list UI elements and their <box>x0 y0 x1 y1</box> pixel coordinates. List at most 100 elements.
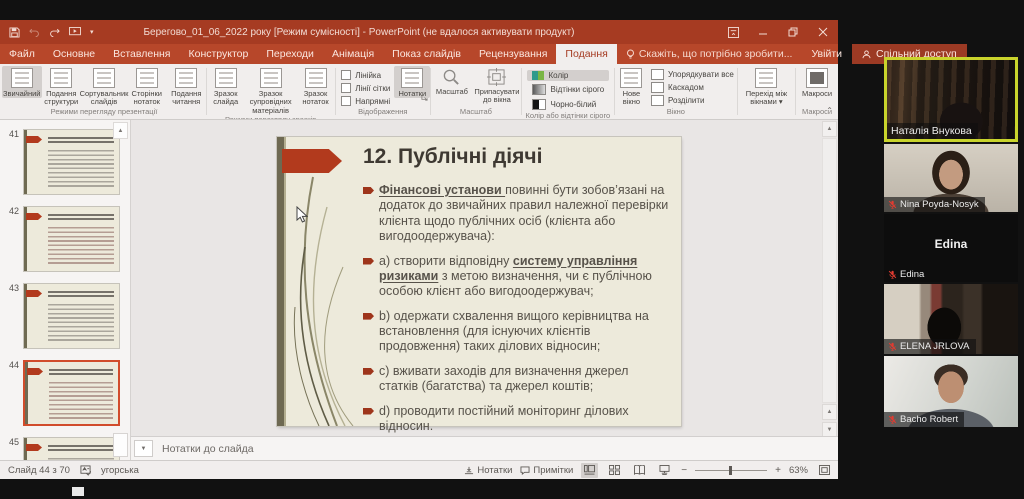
slide-thumbnail-41[interactable]: 41 <box>2 129 120 195</box>
tab-6[interactable]: Показ слайдів <box>383 44 470 64</box>
sign-in-button[interactable]: Увійти <box>801 44 852 64</box>
start-slideshow-icon[interactable] <box>69 27 81 37</box>
guides-checkbox[interactable]: Напрямні <box>341 96 390 106</box>
grayscale-mode-button[interactable]: Відтінки сірого <box>527 83 610 96</box>
gridlines-checkbox[interactable]: Лінії сітки <box>341 83 390 93</box>
slide-counter[interactable]: Слайд 44 з 70 <box>8 465 70 476</box>
slide-thumbnail-43[interactable]: 43 <box>2 283 120 349</box>
slide-bullet[interactable]: а) створити відповідну систему управлінн… <box>363 254 669 300</box>
show-dialog-launcher-icon[interactable] <box>421 88 428 106</box>
participant-tile-3[interactable]: EdinaEdina <box>884 214 1018 282</box>
zoom-in-icon[interactable]: + <box>775 465 781 476</box>
participant-tile-1[interactable]: Наталія Внукова <box>884 57 1018 142</box>
zoom-button[interactable]: Масштаб <box>431 66 473 96</box>
customize-qat-icon[interactable]: ▾ <box>90 28 94 36</box>
switch-windows-button[interactable]: Перехід між вікнами ▾ <box>737 66 795 107</box>
previous-slide-icon[interactable]: ▲ <box>822 404 837 420</box>
notes-placeholder[interactable]: Нотатки до слайда <box>162 443 254 455</box>
reading-view-statusbar-icon[interactable] <box>631 463 648 478</box>
zoom-percentage[interactable]: 63% <box>789 465 808 476</box>
zoom-out-icon[interactable]: − <box>681 465 687 476</box>
minimize-button[interactable] <box>748 20 778 44</box>
outline-view-icon <box>50 68 72 88</box>
language-indicator[interactable]: угорська <box>101 465 139 476</box>
comments-statusbar-button[interactable]: Примітки <box>520 465 573 476</box>
new-window-button[interactable]: Нове вікно <box>615 66 648 107</box>
outline-view-button[interactable]: Подання структури <box>42 66 82 107</box>
tab-3[interactable]: Конструктор <box>179 44 257 64</box>
slideshow-statusbar-icon[interactable] <box>656 463 673 478</box>
slide-body-text[interactable]: Фінансові установи повинні бути зобов’яз… <box>363 183 669 443</box>
thumbnail-number: 41 <box>2 129 19 195</box>
slide-sorter-statusbar-icon[interactable] <box>606 463 623 478</box>
spellcheck-icon[interactable] <box>80 465 91 476</box>
save-icon[interactable] <box>9 27 20 38</box>
restore-button[interactable] <box>778 20 808 44</box>
split-icon <box>651 95 664 106</box>
notes-statusbar-button[interactable]: Нотатки <box>464 465 512 476</box>
tab-8[interactable]: Подання <box>556 44 616 64</box>
participant-nameplate: ELENA JRLOVA <box>884 339 976 354</box>
color-mode-button[interactable]: Колір <box>527 70 610 81</box>
grayscale-icon <box>532 84 546 95</box>
notes-toggle-icon <box>401 68 423 88</box>
tell-me-box[interactable]: Скажіть, що потрібно зробити... <box>617 44 802 64</box>
arrange-all-button[interactable]: Упорядкувати все <box>651 69 734 80</box>
notes-master-icon <box>305 68 327 88</box>
status-bar: Слайд 44 з 70 угорська Нотатки Примітки … <box>0 460 838 479</box>
notes-page-button[interactable]: Сторінки нотаток <box>127 66 167 107</box>
slide-bullet[interactable]: Фінансові установи повинні бути зобов’яз… <box>363 183 669 245</box>
normal-view-statusbar-icon[interactable] <box>581 463 598 478</box>
scroll-up-icon[interactable]: ▲ <box>822 121 837 137</box>
notes-master-button[interactable]: Зразок нотаток <box>296 66 334 107</box>
slide-bullet[interactable]: b) одержати схвалення вищого керівництва… <box>363 309 669 355</box>
ribbon: Звичайний Подання структури Сортувальник… <box>0 64 838 120</box>
slide-bullet[interactable]: d) проводити постійний моніторинг ділови… <box>363 404 669 435</box>
slide-thumbnail-44[interactable]: 44 <box>2 360 120 426</box>
thumbnails-scroll-up-icon[interactable]: ▲ <box>113 122 128 139</box>
editor-scrollbar[interactable]: ▲ ▲ ▼ ▼ <box>822 121 837 459</box>
group-window: Нове вікно Упорядкувати все Каскадом Роз… <box>615 64 737 119</box>
color-icon <box>532 71 544 80</box>
ribbon-display-options-icon[interactable] <box>718 20 748 44</box>
close-button[interactable] <box>808 20 838 44</box>
split-button[interactable]: Розділити <box>651 95 734 106</box>
notes-collapse-icon[interactable]: ▼ <box>134 440 153 457</box>
notes-pane[interactable]: ▼ Нотатки до слайда <box>131 436 838 460</box>
slide-thumbnail-42[interactable]: 42 <box>2 206 120 272</box>
reading-view-button[interactable]: Подання читання <box>167 66 207 107</box>
fit-to-window-button[interactable]: Припасувати до вікна <box>473 66 521 105</box>
undo-icon[interactable] <box>29 27 40 37</box>
muted-mic-icon <box>888 342 897 351</box>
participant-tile-5[interactable]: Bacho Robert <box>884 356 1018 427</box>
zoom-slider-thumb[interactable] <box>729 466 732 475</box>
tab-file[interactable]: Файл <box>0 44 44 64</box>
tab-7[interactable]: Рецензування <box>470 44 556 64</box>
thumbnails-scrollbar[interactable] <box>113 433 128 457</box>
handout-master-button[interactable]: Зразок супровідних матеріалів <box>245 66 297 115</box>
participant-tile-2[interactable]: Nina Poyda-Nosyk <box>884 144 1018 212</box>
macros-button[interactable]: Макроси <box>796 66 838 98</box>
window-title: Берегово_01_06_2022 року [Режим суміснос… <box>0 27 718 38</box>
zoom-slider[interactable] <box>695 470 767 471</box>
collapse-ribbon-icon[interactable]: ⌃ <box>826 106 833 115</box>
cascade-button[interactable]: Каскадом <box>651 82 734 93</box>
normal-view-button[interactable]: Звичайний <box>2 66 42 98</box>
ruler-checkbox[interactable]: Лінійка <box>341 70 390 80</box>
slide-editor-area: 12. Публічні діячі Фінансові установи по… <box>131 120 838 460</box>
arrange-all-icon <box>651 69 664 80</box>
tab-5[interactable]: Анімація <box>323 44 383 64</box>
slide-title[interactable]: 12. Публічні діячі <box>363 145 542 169</box>
tab-2[interactable]: Вставлення <box>104 44 179 64</box>
black-white-mode-button[interactable]: Чорно-білий <box>527 98 610 111</box>
slide-bullet[interactable]: c) вживати заходів для визначення джерел… <box>363 364 669 395</box>
participant-tile-4[interactable]: ELENA JRLOVA <box>884 284 1018 354</box>
redo-icon[interactable] <box>49 27 60 37</box>
fit-slide-statusbar-icon[interactable] <box>816 463 833 478</box>
tab-1[interactable]: Основне <box>44 44 104 64</box>
current-slide-canvas[interactable]: 12. Публічні діячі Фінансові установи по… <box>277 137 681 426</box>
slide-master-button[interactable]: Зразок слайда <box>207 66 245 107</box>
slide-sorter-button[interactable]: Сортувальник слайдів <box>81 66 127 107</box>
tab-4[interactable]: Переходи <box>257 44 323 64</box>
slide-thumbnail-45[interactable]: 45 <box>2 437 120 460</box>
